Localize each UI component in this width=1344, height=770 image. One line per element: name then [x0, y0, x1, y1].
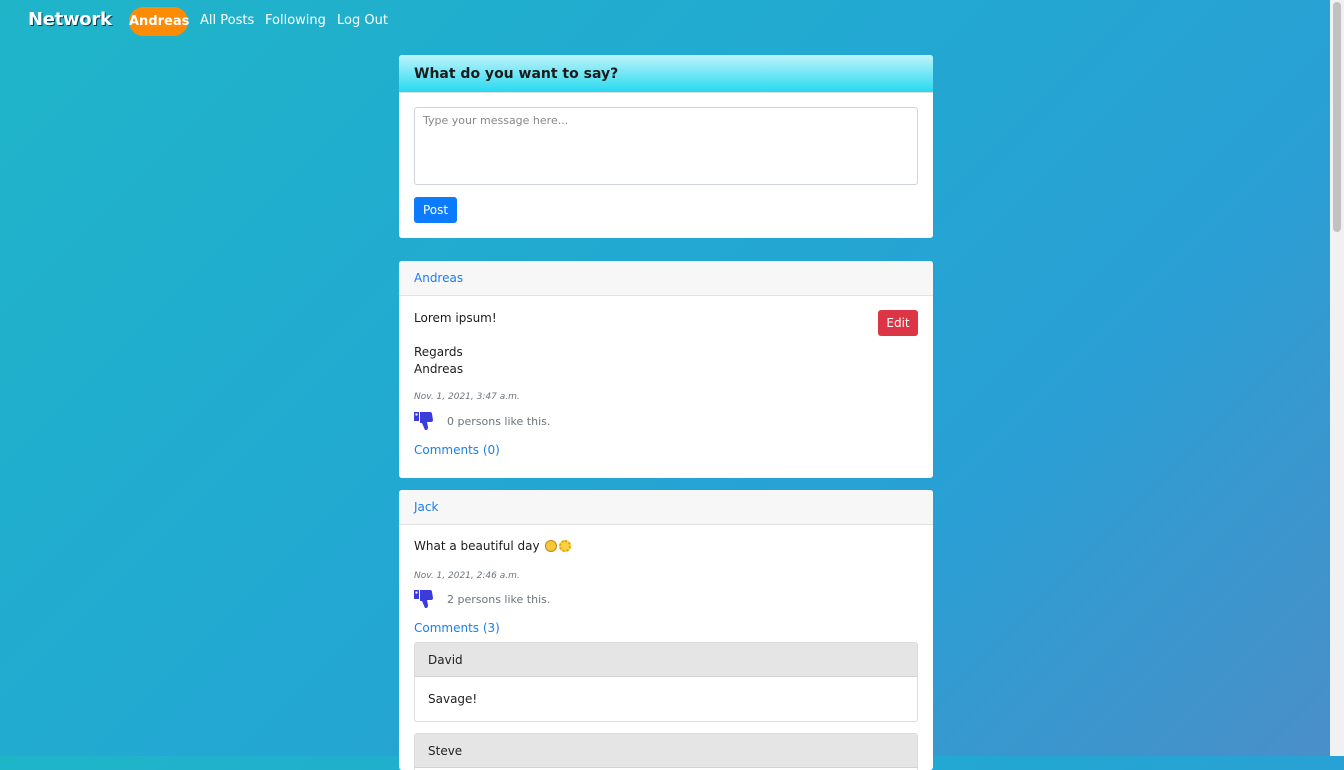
comments-link[interactable]: Comments (0): [414, 443, 500, 457]
thumbs-down-icon[interactable]: [414, 411, 434, 431]
navbar: Network Andreas All Posts Following Log …: [0, 0, 1330, 42]
comment-card: Steve: [414, 733, 918, 770]
nav-all-posts[interactable]: All Posts: [200, 13, 254, 28]
comment-header: Steve: [415, 734, 917, 768]
edit-button[interactable]: Edit: [878, 310, 918, 336]
likes-count: 0 persons like this.: [447, 415, 551, 428]
post-author-link[interactable]: Jack: [414, 500, 438, 514]
post-body-line: Lorem ipsum!: [414, 311, 497, 325]
scrollbar-thumb[interactable]: [1333, 2, 1341, 232]
grinning-face-icon: [545, 540, 558, 552]
post-body-line: Regards: [414, 345, 463, 359]
post-timestamp: Nov. 1, 2021, 2:46 a.m.: [414, 571, 520, 581]
nav-user-pill[interactable]: Andreas: [129, 7, 189, 36]
message-textarea[interactable]: Type your message here...: [414, 107, 918, 185]
compose-title: What do you want to say?: [414, 66, 619, 82]
comment-body: Savage!: [415, 677, 917, 721]
post-body-text: What a beautiful day: [414, 539, 540, 553]
post-body: What a beautiful day: [414, 538, 572, 555]
comment-text: Savage!: [428, 692, 478, 706]
post-button[interactable]: Post: [414, 197, 457, 223]
page-scrollbar[interactable]: [1330, 0, 1344, 756]
thumbs-down-icon[interactable]: [414, 589, 434, 609]
comment-header: David: [415, 643, 917, 677]
nav-logout[interactable]: Log Out: [337, 13, 388, 28]
likes-count: 2 persons like this.: [447, 593, 551, 606]
post-header: [399, 261, 933, 296]
post-card: Andreas Edit Lorem ipsum! Regards Andrea…: [399, 261, 933, 478]
post-header: [399, 490, 933, 525]
post-card: Jack What a beautiful day Nov. 1, 2021, …: [399, 490, 933, 770]
post-timestamp: Nov. 1, 2021, 3:47 a.m.: [414, 392, 520, 402]
sun-icon: [559, 540, 572, 552]
compose-card: What do you want to say? Type your messa…: [399, 55, 933, 238]
nav-following[interactable]: Following: [265, 13, 326, 28]
post-body-line: Andreas: [414, 362, 464, 376]
comments-link[interactable]: Comments (3): [414, 621, 500, 635]
post-author-link[interactable]: Andreas: [414, 271, 463, 285]
comment-author[interactable]: David: [428, 653, 463, 667]
comment-card: David Savage!: [414, 642, 918, 722]
brand-logo[interactable]: Network: [28, 9, 112, 30]
